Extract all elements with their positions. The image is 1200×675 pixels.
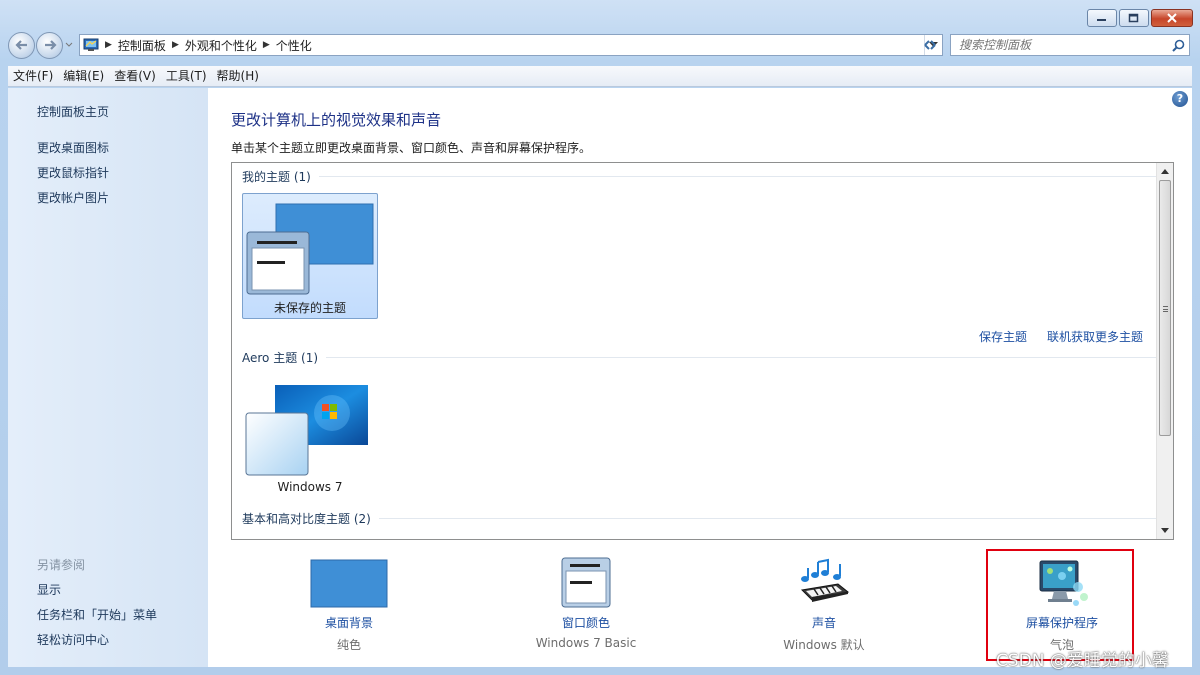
watermark: CSDN @爱睡觉的小馨: [996, 651, 1169, 671]
close-button[interactable]: [1151, 9, 1193, 27]
save-theme-link[interactable]: 保存主题: [979, 328, 1027, 345]
menu-file[interactable]: 文件(F): [8, 66, 58, 87]
breadcrumb-separator-icon[interactable]: ▶: [170, 40, 181, 50]
chevron-down-icon: [65, 42, 73, 47]
menu-edit[interactable]: 编辑(E): [58, 66, 109, 87]
window-color-icon: [561, 557, 611, 608]
group-divider: [378, 518, 1164, 519]
help-icon[interactable]: ?: [1172, 91, 1188, 107]
close-icon: [1167, 13, 1177, 23]
search-box[interactable]: [950, 34, 1190, 56]
desktop-background-icon: [310, 559, 388, 608]
forward-arrow-icon: [44, 40, 57, 50]
control-panel-icon: [83, 38, 99, 51]
theme-unsaved-label: 未保存的主题: [273, 301, 346, 315]
menu-view[interactable]: 查看(V): [109, 66, 161, 87]
breadcrumb-control-panel[interactable]: 控制面板: [114, 37, 170, 54]
minimize-icon: [1097, 19, 1106, 21]
sidebar-link-taskbar-start[interactable]: 任务栏和「开始」菜单: [37, 606, 157, 623]
sidebar-link-desktop-icons[interactable]: 更改桌面图标: [37, 139, 109, 156]
scroll-up-button[interactable]: [1157, 163, 1173, 179]
window-color-value: Windows 7 Basic: [535, 636, 637, 650]
breadcrumb-separator-icon[interactable]: ▶: [103, 40, 114, 50]
group-divider: [318, 176, 1159, 177]
breadcrumb-separator-icon[interactable]: ▶: [261, 40, 272, 50]
sidebar-link-control-panel-home[interactable]: 控制面板主页: [37, 103, 109, 120]
theme-list[interactable]: 我的主题 (1) 未保存的主题 保存主题 联机获取更多主题 Aero 主题 (1…: [231, 162, 1174, 540]
group-my-themes-label: 我的主题 (1): [242, 170, 311, 184]
task-pane: 控制面板主页 更改桌面图标 更改鼠标指针 更改帐户图片 另请参阅 显示 任务栏和…: [8, 88, 208, 667]
theme-windows7[interactable]: Windows 7: [242, 375, 378, 501]
scrollbar-grip-icon: [1163, 306, 1168, 312]
unsaved-theme-preview-icon: [246, 203, 374, 295]
window-frame: ▶ 控制面板 ▶ 外观和个性化 ▶ 个性化 文件(F) 编辑(E) 查看(V) …: [0, 0, 1200, 675]
nav-buttons: [8, 31, 74, 59]
chevron-up-icon: [1161, 168, 1169, 174]
windows7-theme-preview-icon: [245, 385, 368, 476]
breadcrumb-appearance[interactable]: 外观和个性化: [181, 37, 261, 54]
breadcrumb-personalization[interactable]: 个性化: [272, 37, 316, 54]
group-aero-themes: Aero 主题 (1): [242, 349, 1167, 366]
window-color-label[interactable]: 窗口颜色: [506, 614, 666, 631]
group-aero-themes-label: Aero 主题 (1): [242, 351, 319, 365]
group-my-themes: 我的主题 (1): [242, 168, 1159, 185]
sidebar-link-account-picture[interactable]: 更改帐户图片: [37, 189, 109, 206]
group-divider: [326, 357, 1167, 358]
menu-bar: 文件(F) 编辑(E) 查看(V) 工具(T) 帮助(H): [8, 66, 1192, 87]
back-button[interactable]: [8, 31, 35, 59]
window-color-item[interactable]: 窗口颜色 Windows 7 Basic: [506, 556, 666, 656]
scrollbar-thumb[interactable]: [1159, 180, 1171, 436]
sounds-label[interactable]: 声音: [744, 614, 904, 631]
menu-help[interactable]: 帮助(H): [212, 66, 264, 87]
sounds-item[interactable]: 声音 Windows 默认: [744, 556, 904, 656]
minimize-button[interactable]: [1087, 9, 1117, 27]
page-title: 更改计算机上的视觉效果和声音: [231, 111, 442, 129]
theme-unsaved[interactable]: 未保存的主题: [242, 193, 378, 319]
refresh-icon: [924, 40, 936, 50]
theme-list-scrollbar[interactable]: [1156, 163, 1173, 539]
get-more-themes-link[interactable]: 联机获取更多主题: [1047, 328, 1143, 345]
breadcrumb: ▶ 控制面板 ▶ 外观和个性化 ▶ 个性化: [103, 35, 924, 55]
address-bar[interactable]: ▶ 控制面板 ▶ 外观和个性化 ▶ 个性化: [79, 34, 943, 56]
maximize-icon: [1128, 13, 1139, 23]
sounds-value: Windows 默认: [783, 638, 865, 652]
group-basic-themes-label: 基本和高对比度主题 (2): [242, 512, 371, 526]
caption-buttons: [1087, 9, 1193, 27]
sounds-icon: [800, 558, 850, 602]
refresh-button[interactable]: [918, 34, 942, 56]
chevron-down-icon: [1161, 527, 1169, 533]
see-also-heading: 另请参阅: [37, 558, 86, 572]
search-icon: [1171, 39, 1184, 52]
sidebar-link-ease-of-access[interactable]: 轻松访问中心: [37, 631, 109, 648]
sidebar-link-mouse-pointers[interactable]: 更改鼠标指针: [37, 164, 109, 181]
theme-windows7-label: Windows 7: [277, 480, 343, 494]
page-subtitle: 单击某个主题立即更改桌面背景、窗口颜色、声音和屏幕保护程序。: [231, 141, 592, 155]
desktop-background-label[interactable]: 桌面背景: [269, 614, 429, 631]
group-basic-themes: 基本和高对比度主题 (2): [242, 510, 1164, 527]
desktop-background-value: 纯色: [336, 638, 361, 652]
search-input[interactable]: [959, 38, 1167, 52]
search-button[interactable]: [1167, 39, 1189, 52]
sidebar-link-display[interactable]: 显示: [37, 581, 61, 598]
recent-pages-dropdown[interactable]: [64, 32, 74, 58]
forward-button[interactable]: [36, 31, 63, 59]
menu-tools[interactable]: 工具(T): [161, 66, 212, 87]
maximize-button[interactable]: [1119, 9, 1149, 27]
back-arrow-icon: [14, 40, 27, 50]
scroll-down-button[interactable]: [1157, 522, 1173, 538]
desktop-background-item[interactable]: 桌面背景 纯色: [269, 556, 429, 656]
highlight-box: [986, 549, 1134, 661]
